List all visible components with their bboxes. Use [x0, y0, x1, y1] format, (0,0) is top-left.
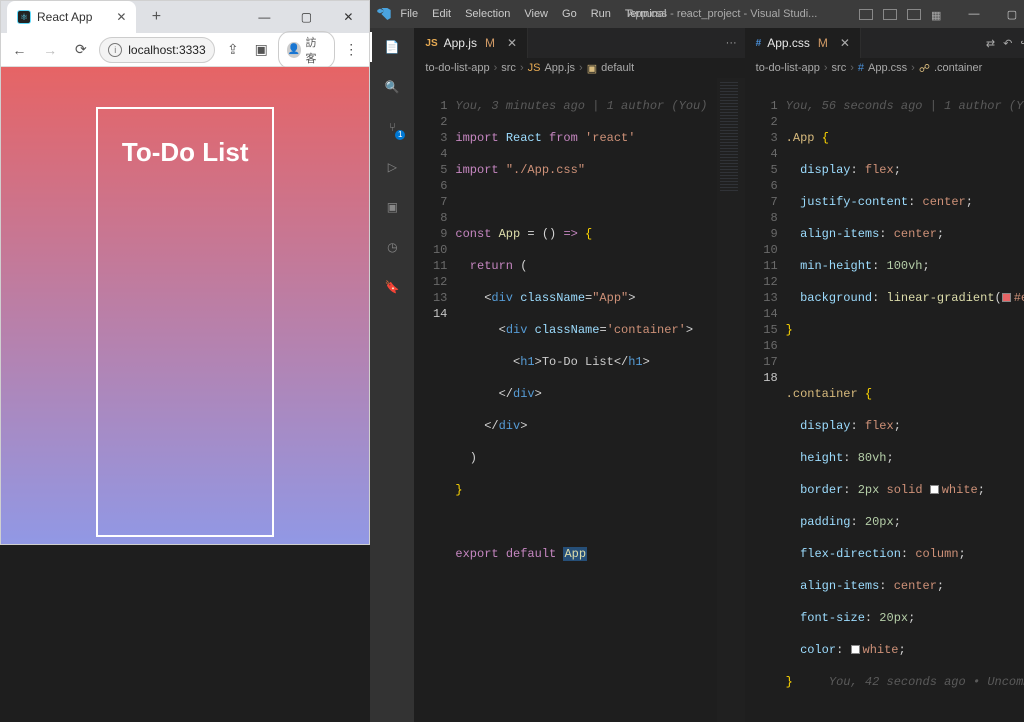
- tabbar-left: JS App.js M ✕ ···: [415, 28, 744, 58]
- tab-app-css[interactable]: # App.css M ✕: [746, 28, 861, 58]
- address-bar[interactable]: i localhost:3333: [99, 37, 214, 63]
- vscode-window: File Edit Selection View Go Run Terminal…: [370, 0, 1024, 545]
- modified-indicator: M: [818, 36, 828, 50]
- todo-heading: To-Do List: [122, 137, 249, 168]
- menu-more[interactable]: ···: [680, 8, 691, 20]
- close-window-button[interactable]: ✕: [327, 1, 369, 33]
- tab-close-icon[interactable]: ✕: [507, 36, 517, 50]
- browser-tabstrip: ⚛ React App ✕ + — ▢ ✕: [1, 1, 369, 33]
- share-icon[interactable]: ⇪: [221, 37, 245, 63]
- code-area-right[interactable]: 123456789101112131415161718 You, 56 seco…: [746, 78, 1024, 722]
- menu-go[interactable]: Go: [562, 8, 577, 20]
- layout-controls: ▦: [859, 9, 945, 20]
- vscode-titlebar: File Edit Selection View Go Run Terminal…: [370, 0, 1024, 28]
- minimap-left[interactable]: [717, 78, 745, 722]
- menu-run[interactable]: Run: [591, 8, 611, 20]
- activity-bar: 📄 🔍 ⑂1 ▷ ▣ ◷ 🔖: [370, 28, 414, 722]
- reveal-icon[interactable]: ↪: [1020, 37, 1024, 50]
- chrome-menu-icon[interactable]: ⋮: [339, 37, 363, 63]
- tab-close-icon[interactable]: ✕: [116, 10, 126, 24]
- new-tab-button[interactable]: +: [144, 5, 168, 29]
- code-right: You, 56 seconds ago | 1 author (You) .Ap…: [786, 78, 1024, 722]
- site-info-icon[interactable]: i: [108, 43, 122, 57]
- breadcrumb-left[interactable]: to-do-list-app› src› JS App.js› ▣ defaul…: [415, 58, 744, 78]
- breadcrumb-right[interactable]: to-do-list-app› src› # App.css› ☍ .conta…: [746, 58, 1024, 78]
- editor-group: JS App.js M ✕ ··· to-do-list-app› src› J…: [414, 28, 1024, 722]
- browser-tab-active[interactable]: ⚛ React App ✕: [7, 1, 136, 33]
- editor-left: JS App.js M ✕ ··· to-do-list-app› src› J…: [414, 28, 744, 722]
- bookmark-icon[interactable]: 🔖: [381, 276, 403, 298]
- gitlens-blame: You, 3 minutes ago | 1 author (You): [455, 98, 744, 114]
- back-button[interactable]: ←: [7, 37, 32, 63]
- remote-icon[interactable]: ◷: [381, 236, 403, 258]
- tab-label: App.css: [767, 36, 810, 50]
- vscode-logo-icon: [376, 6, 392, 22]
- menu-edit[interactable]: Edit: [432, 8, 451, 20]
- menu-view[interactable]: View: [524, 8, 548, 20]
- css-lang-icon: #: [756, 38, 762, 49]
- revert-icon[interactable]: ↶: [1003, 37, 1012, 50]
- profile-label: 訪客: [305, 34, 326, 66]
- layout-sidebar-left-icon[interactable]: [859, 9, 873, 20]
- react-favicon: ⚛: [17, 10, 31, 24]
- profile-button[interactable]: 👤 訪客: [278, 31, 335, 69]
- browser-window-controls: — ▢ ✕: [243, 1, 369, 33]
- editor-right: # App.css M ✕ ⇄ ↶ ↪ ▥ ··· to-do-list-app…: [745, 28, 1024, 722]
- layout-panel-icon[interactable]: [883, 9, 897, 20]
- code-area-left[interactable]: 1234567891011121314 You, 3 minutes ago |…: [415, 78, 744, 722]
- tab-title: React App: [37, 10, 92, 24]
- tab-app-js[interactable]: JS App.js M ✕: [415, 28, 528, 58]
- browser-toolbar: ← → ⟳ i localhost:3333 ⇪ ▣ 👤 訪客 ⋮: [1, 33, 369, 67]
- editor-actions-more[interactable]: ···: [726, 37, 737, 49]
- menu-selection[interactable]: Selection: [465, 8, 510, 20]
- forward-button[interactable]: →: [38, 37, 63, 63]
- gutter-left: 1234567891011121314: [415, 78, 455, 722]
- todo-container: To-Do List: [96, 107, 274, 537]
- source-control-icon[interactable]: ⑂1: [381, 116, 403, 138]
- person-icon: 👤: [287, 42, 302, 58]
- modified-indicator: M: [485, 36, 495, 50]
- tabbar-right: # App.css M ✕ ⇄ ↶ ↪ ▥ ···: [746, 28, 1024, 58]
- gutter-right: 123456789101112131415161718: [746, 78, 786, 722]
- vscode-maximize-button[interactable]: ▢: [993, 0, 1024, 28]
- browser-viewport: To-Do List: [1, 67, 369, 544]
- open-changes-icon[interactable]: ⇄: [986, 37, 995, 50]
- maximize-button[interactable]: ▢: [285, 1, 327, 33]
- vscode-minimize-button[interactable]: —: [955, 0, 993, 28]
- bookmark-icon[interactable]: ▣: [249, 37, 273, 63]
- vscode-body: 📄 🔍 ⑂1 ▷ ▣ ◷ 🔖 JS App.js M ✕ ···: [370, 28, 1024, 722]
- code-left: You, 3 minutes ago | 1 author (You) impo…: [455, 78, 744, 722]
- customize-layout-icon[interactable]: ▦: [931, 9, 945, 20]
- vscode-menu: File Edit Selection View Go Run Terminal…: [400, 8, 691, 20]
- layout-sidebar-right-icon[interactable]: [907, 9, 921, 20]
- extensions-icon[interactable]: ▣: [381, 196, 403, 218]
- chrome-window: ⚛ React App ✕ + — ▢ ✕ ← → ⟳ i localhost:…: [0, 0, 370, 545]
- tab-close-icon[interactable]: ✕: [840, 36, 850, 50]
- explorer-icon[interactable]: 📄: [381, 36, 403, 58]
- reload-button[interactable]: ⟳: [69, 37, 94, 63]
- run-debug-icon[interactable]: ▷: [381, 156, 403, 178]
- tab-label: App.js: [444, 36, 477, 50]
- vscode-window-controls: — ▢ ✕: [955, 0, 1024, 28]
- js-lang-icon: JS: [425, 38, 437, 49]
- scm-badge: 1: [395, 130, 405, 140]
- menu-file[interactable]: File: [400, 8, 418, 20]
- minimize-button[interactable]: —: [243, 1, 285, 33]
- menu-terminal[interactable]: Terminal: [625, 8, 667, 20]
- search-icon[interactable]: 🔍: [381, 76, 403, 98]
- gitlens-inline-blame: You, 42 seconds ago • Uncommitted chang: [829, 675, 1024, 689]
- gitlens-blame: You, 56 seconds ago | 1 author (You): [786, 98, 1024, 114]
- url-text: localhost:3333: [128, 43, 205, 57]
